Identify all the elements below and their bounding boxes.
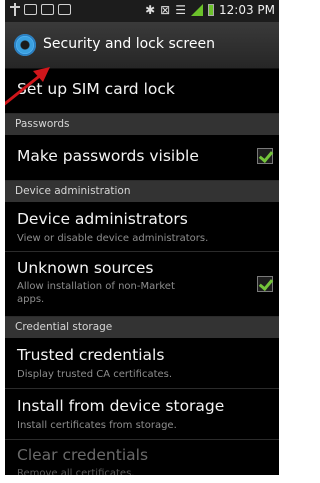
install-from-storage-item[interactable]: Install from device storage Install cert…	[5, 389, 279, 440]
clock: 12:03 PM	[219, 3, 275, 17]
gear-icon	[14, 34, 36, 56]
title-bar[interactable]: Security and lock screen	[5, 22, 279, 69]
unknown-sources-label: Unknown sources	[17, 259, 154, 277]
device-administrators-sub: View or disable device administrators.	[17, 233, 209, 244]
battery-icon	[208, 4, 214, 16]
sim-card-lock-item[interactable]: Set up SIM card lock	[5, 69, 279, 114]
section-header-device-administration: Device administration	[5, 181, 279, 202]
clear-credentials-label: Clear credentials	[17, 446, 149, 464]
device-administrators-item[interactable]: Device administrators View or disable de…	[5, 202, 279, 252]
mail-icon	[24, 4, 37, 15]
section-passwords-label: Passwords	[15, 118, 70, 130]
message-icon	[58, 4, 71, 15]
trusted-credentials-sub: Display trusted CA certificates.	[17, 369, 173, 380]
section-header-passwords: Passwords	[5, 114, 279, 135]
signal-icon	[191, 4, 203, 16]
status-right-icons: ✱ ⊠ ☰ 12:03 PM	[145, 3, 275, 17]
section-credential-storage-label: Credential storage	[15, 321, 113, 333]
make-passwords-visible-label: Make passwords visible	[17, 147, 199, 165]
image-icon	[41, 4, 54, 15]
unknown-sources-item[interactable]: Unknown sources Allow installation of no…	[5, 252, 279, 317]
install-from-storage-label: Install from device storage	[17, 397, 225, 415]
wifi-icon: ☰	[175, 3, 186, 17]
no-sound-icon: ⊠	[160, 3, 171, 17]
section-device-admin-label: Device administration	[15, 185, 131, 197]
usb-icon	[10, 3, 20, 16]
status-bar: ✱ ⊠ ☰ 12:03 PM	[5, 0, 279, 22]
sim-card-lock-label: Set up SIM card lock	[17, 80, 175, 98]
phone-screen: ✱ ⊠ ☰ 12:03 PM Security and lock screen …	[0, 0, 279, 483]
device-administrators-label: Device administrators	[17, 210, 188, 228]
unknown-sources-checkbox[interactable]	[257, 276, 273, 292]
unknown-sources-sub-line1: Allow installation of non-Market	[17, 281, 175, 292]
screenshot-edge	[0, 0, 5, 483]
trusted-credentials-label: Trusted credentials	[17, 346, 165, 364]
bluetooth-icon: ✱	[145, 3, 156, 17]
page-title: Security and lock screen	[43, 36, 215, 52]
status-left-icons	[10, 3, 71, 16]
make-passwords-visible-item[interactable]: Make passwords visible	[5, 135, 279, 181]
unknown-sources-sub-line2: apps.	[17, 294, 45, 305]
trusted-credentials-item[interactable]: Trusted credentials Display trusted CA c…	[5, 338, 279, 389]
install-from-storage-sub: Install certificates from storage.	[17, 420, 177, 431]
passwords-visible-checkbox[interactable]	[257, 148, 273, 164]
section-header-credential-storage: Credential storage	[5, 317, 279, 338]
screenshot-edge-bottom	[0, 475, 279, 483]
